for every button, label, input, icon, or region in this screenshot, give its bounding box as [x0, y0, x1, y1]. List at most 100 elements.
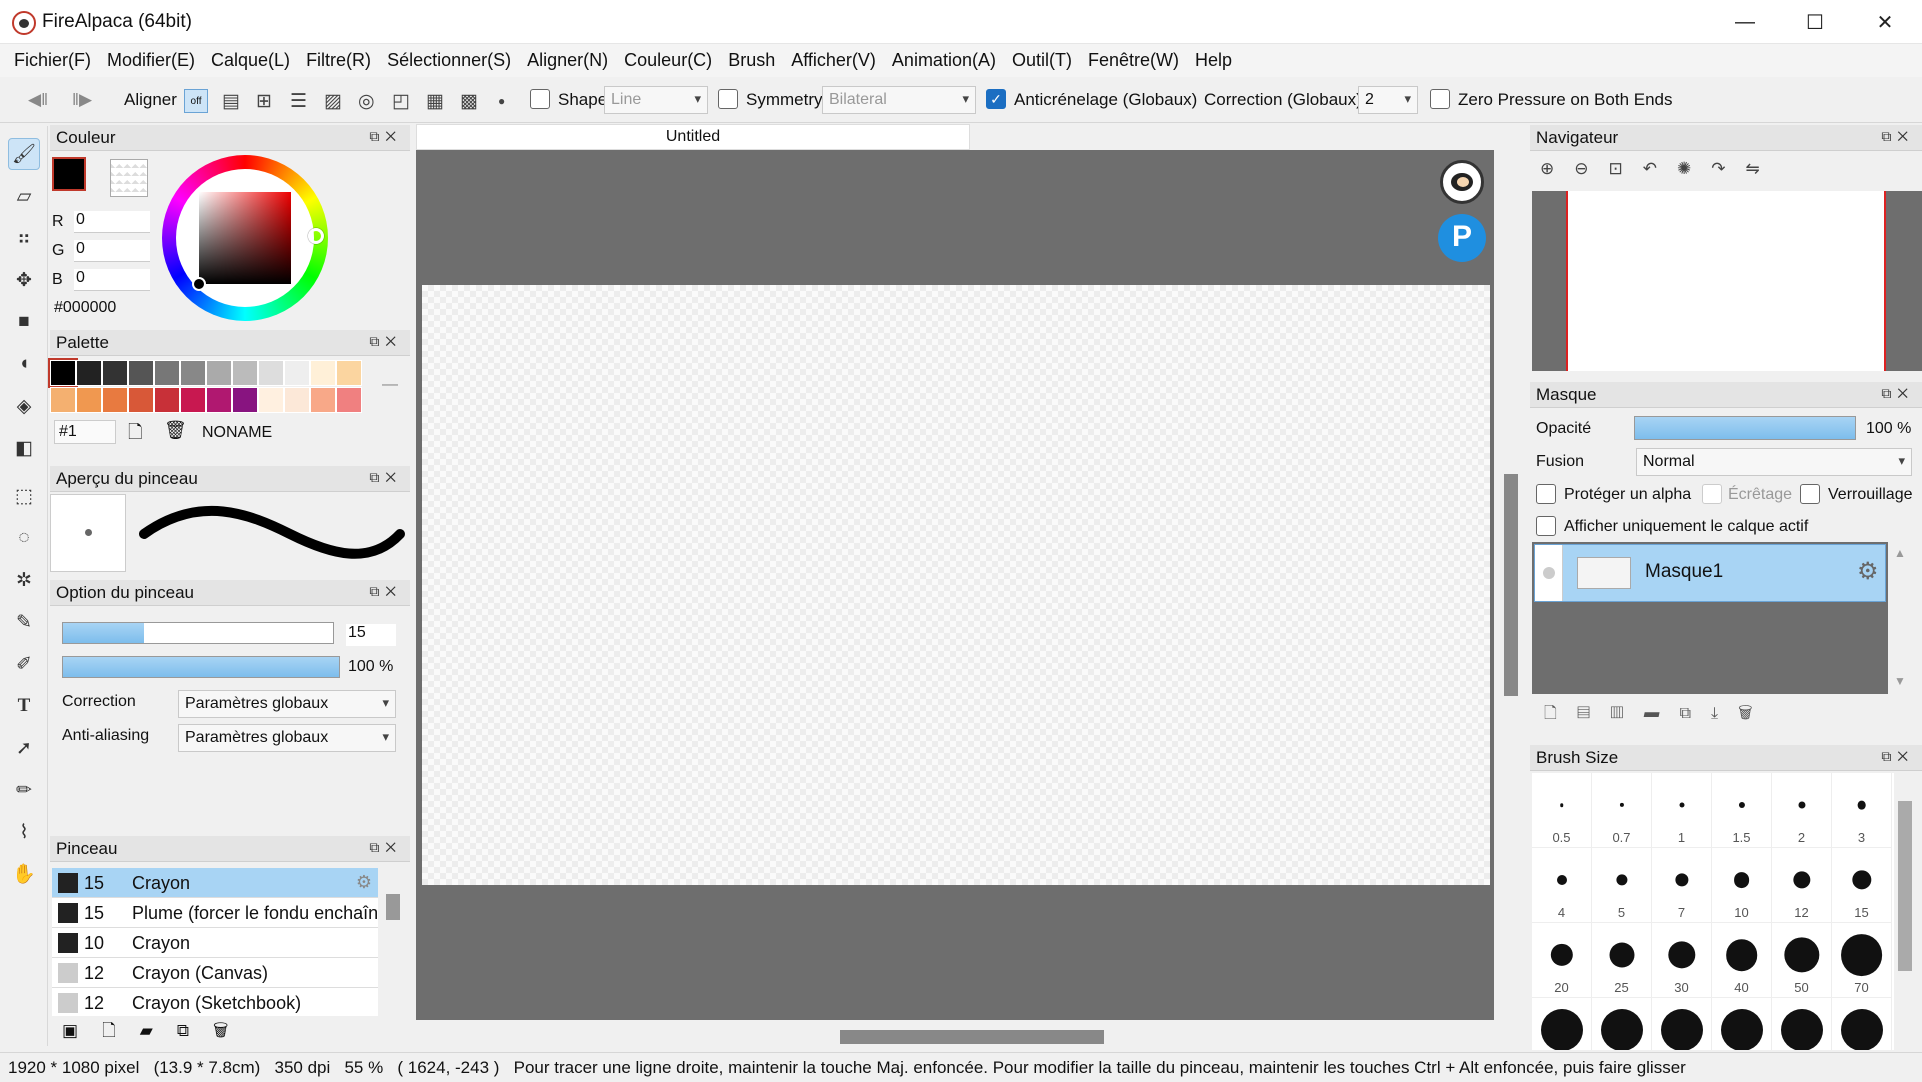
drawing-canvas[interactable] [422, 285, 1490, 885]
brush-size-cell[interactable] [1712, 998, 1772, 1050]
palette-swatch[interactable] [180, 360, 206, 386]
canvas-vertical-scrollbar[interactable] [1504, 474, 1518, 696]
panel-controls-icon[interactable]: ⧉✕ [369, 583, 402, 600]
bucket-tool-icon[interactable]: ◈ [8, 390, 40, 422]
palette-index-select[interactable]: #1 [54, 420, 116, 444]
brush-tool-icon[interactable]: 🖌 [8, 138, 40, 170]
operation-tool-icon[interactable]: ➚ [8, 732, 40, 764]
saturation-value-square[interactable] [199, 192, 291, 284]
palette-swatch[interactable] [76, 360, 102, 386]
hue-picker-handle[interactable] [308, 228, 324, 244]
palette-swatch[interactable] [128, 387, 154, 413]
gradient-tool-icon[interactable]: ◧ [8, 432, 40, 464]
snap-cross-icon[interactable]: ⊞ [256, 90, 272, 113]
menu-brush[interactable]: Brush [720, 44, 783, 77]
hex-value[interactable]: #000000 [54, 299, 116, 317]
brush-size-cell[interactable]: 70 [1832, 923, 1892, 998]
brush-size-cell[interactable]: 50 [1772, 923, 1832, 998]
brush-size-cell[interactable]: 25 [1592, 923, 1652, 998]
brush-save-icon[interactable]: ▣ [62, 1021, 102, 1040]
brush-size-cell[interactable] [1532, 998, 1592, 1050]
select-eraser-tool-icon[interactable]: ✐ [8, 648, 40, 680]
layer-merge-down-icon[interactable]: ⤓ [1711, 705, 1738, 722]
shape-select[interactable]: Line [604, 86, 708, 114]
menu-outil[interactable]: Outil(T) [1004, 44, 1080, 77]
panel-controls-icon[interactable]: ⧉✕ [1881, 128, 1914, 145]
palette-swatch[interactable] [206, 387, 232, 413]
clipping-checkbox[interactable] [1702, 484, 1722, 504]
select-pen-tool-icon[interactable]: ✎ [8, 606, 40, 638]
palette-swatch[interactable] [154, 387, 180, 413]
eraser-tool-icon[interactable]: ▱ [8, 180, 40, 212]
layer-blend-select[interactable]: Normal [1636, 448, 1912, 476]
brush-size-slider[interactable] [62, 622, 334, 644]
palette-swatch[interactable] [336, 360, 362, 386]
brush-settings-gear-icon[interactable]: ⚙ [356, 872, 372, 893]
panel-controls-icon[interactable]: ⧉✕ [369, 469, 402, 486]
brush-size-cell[interactable] [1592, 998, 1652, 1050]
panel-controls-icon[interactable]: ⧉✕ [369, 839, 402, 856]
zoom-fit-icon[interactable]: ⊡ [1609, 159, 1643, 178]
magic-wand-tool-icon[interactable]: ✲ [8, 564, 40, 596]
palette-menu-icon[interactable]: — [382, 376, 398, 394]
palette-swatch[interactable] [336, 387, 362, 413]
active-only-checkbox[interactable] [1536, 516, 1556, 536]
palette-swatch[interactable] [154, 360, 180, 386]
sv-picker-handle[interactable] [192, 277, 206, 291]
brush-item-3[interactable]: 12 Crayon (Canvas) [52, 958, 378, 988]
snap-diagonal-icon[interactable]: ▨ [324, 90, 342, 113]
zoom-in-icon[interactable]: ⊕ [1540, 159, 1574, 178]
palette-swatch[interactable] [206, 360, 232, 386]
panel-controls-icon[interactable]: ⧉✕ [1881, 748, 1914, 765]
dot-tool-icon[interactable]: ⠶ [8, 222, 40, 254]
alpaca-mascot-icon[interactable] [1440, 160, 1484, 204]
palette-swatch[interactable] [102, 360, 128, 386]
panel-controls-icon[interactable]: ⧉✕ [369, 333, 402, 350]
rotate-reset-icon[interactable]: ✺ [1677, 159, 1711, 178]
move-tool-icon[interactable]: ✥ [8, 264, 40, 296]
palette-swatch[interactable] [128, 360, 154, 386]
layer-new-1bit-icon[interactable]: ▥ [1610, 705, 1643, 722]
panel-controls-icon[interactable]: ⧉✕ [1881, 385, 1914, 402]
lasso-tool-icon[interactable]: ◌ [8, 522, 40, 554]
menu-calque[interactable]: Calque(L) [203, 44, 298, 77]
brush-duplicate-icon[interactable]: ⧉ [177, 1021, 213, 1040]
brush-size-cell[interactable]: 4 [1532, 848, 1592, 923]
brush-size-value[interactable]: 15 [346, 624, 396, 646]
layer-opacity-slider[interactable] [1634, 416, 1856, 440]
panel-controls-icon[interactable]: ⧉✕ [369, 128, 402, 145]
brush-opacity-value[interactable]: 100 % [348, 658, 393, 676]
canvas-horizontal-scrollbar[interactable] [840, 1030, 1104, 1044]
menu-modifier[interactable]: Modifier(E) [99, 44, 203, 77]
layer-new-8bit-icon[interactable]: ▤ [1577, 705, 1610, 722]
hand-tool-icon[interactable]: ✋ [8, 858, 40, 890]
palette-swatch[interactable] [232, 387, 258, 413]
layer-row-masque1[interactable]: Masque1 ⚙ [1534, 544, 1886, 602]
next-frame-icon[interactable]: ‖▶ [72, 90, 92, 110]
brush-size-cell[interactable]: 40 [1712, 923, 1772, 998]
snap-curve-icon[interactable]: ◰ [392, 90, 410, 113]
snap-concentric-icon[interactable]: ◎ [358, 90, 375, 113]
layer-scroll-down-icon[interactable]: ▼ [1894, 674, 1906, 688]
brush-size-cell[interactable]: 1.5 [1712, 773, 1772, 848]
menu-aligner[interactable]: Aligner(N) [519, 44, 616, 77]
brush-opacity-slider[interactable] [62, 656, 340, 678]
palette-swatch[interactable] [180, 387, 206, 413]
b-input[interactable]: 0 [74, 269, 150, 291]
divide-tool-icon[interactable]: ✏ [8, 774, 40, 806]
lock-checkbox[interactable] [1800, 484, 1820, 504]
brush-size-cell[interactable]: 5 [1592, 848, 1652, 923]
antialias-checkbox[interactable]: ✓ [986, 89, 1006, 109]
brush-item-4[interactable]: 12 Crayon (Sketchbook) [52, 988, 378, 1016]
snap-parallel-icon[interactable]: ▤ [222, 90, 240, 113]
document-tab[interactable]: Untitled [416, 124, 970, 150]
symmetry-select[interactable]: Bilateral [822, 86, 976, 114]
prev-frame-icon[interactable]: ◀‖ [28, 90, 48, 110]
brush-size-cell[interactable] [1832, 998, 1892, 1050]
layer-scroll-up-icon[interactable]: ▲ [1894, 546, 1906, 560]
protect-alpha-checkbox[interactable] [1536, 484, 1556, 504]
pixiv-icon[interactable]: P [1438, 214, 1486, 262]
brush-size-cell[interactable]: 7 [1652, 848, 1712, 923]
layer-opacity-value[interactable]: 100 % [1866, 420, 1911, 438]
layer-delete-icon[interactable]: 🗑 [1738, 705, 1772, 722]
